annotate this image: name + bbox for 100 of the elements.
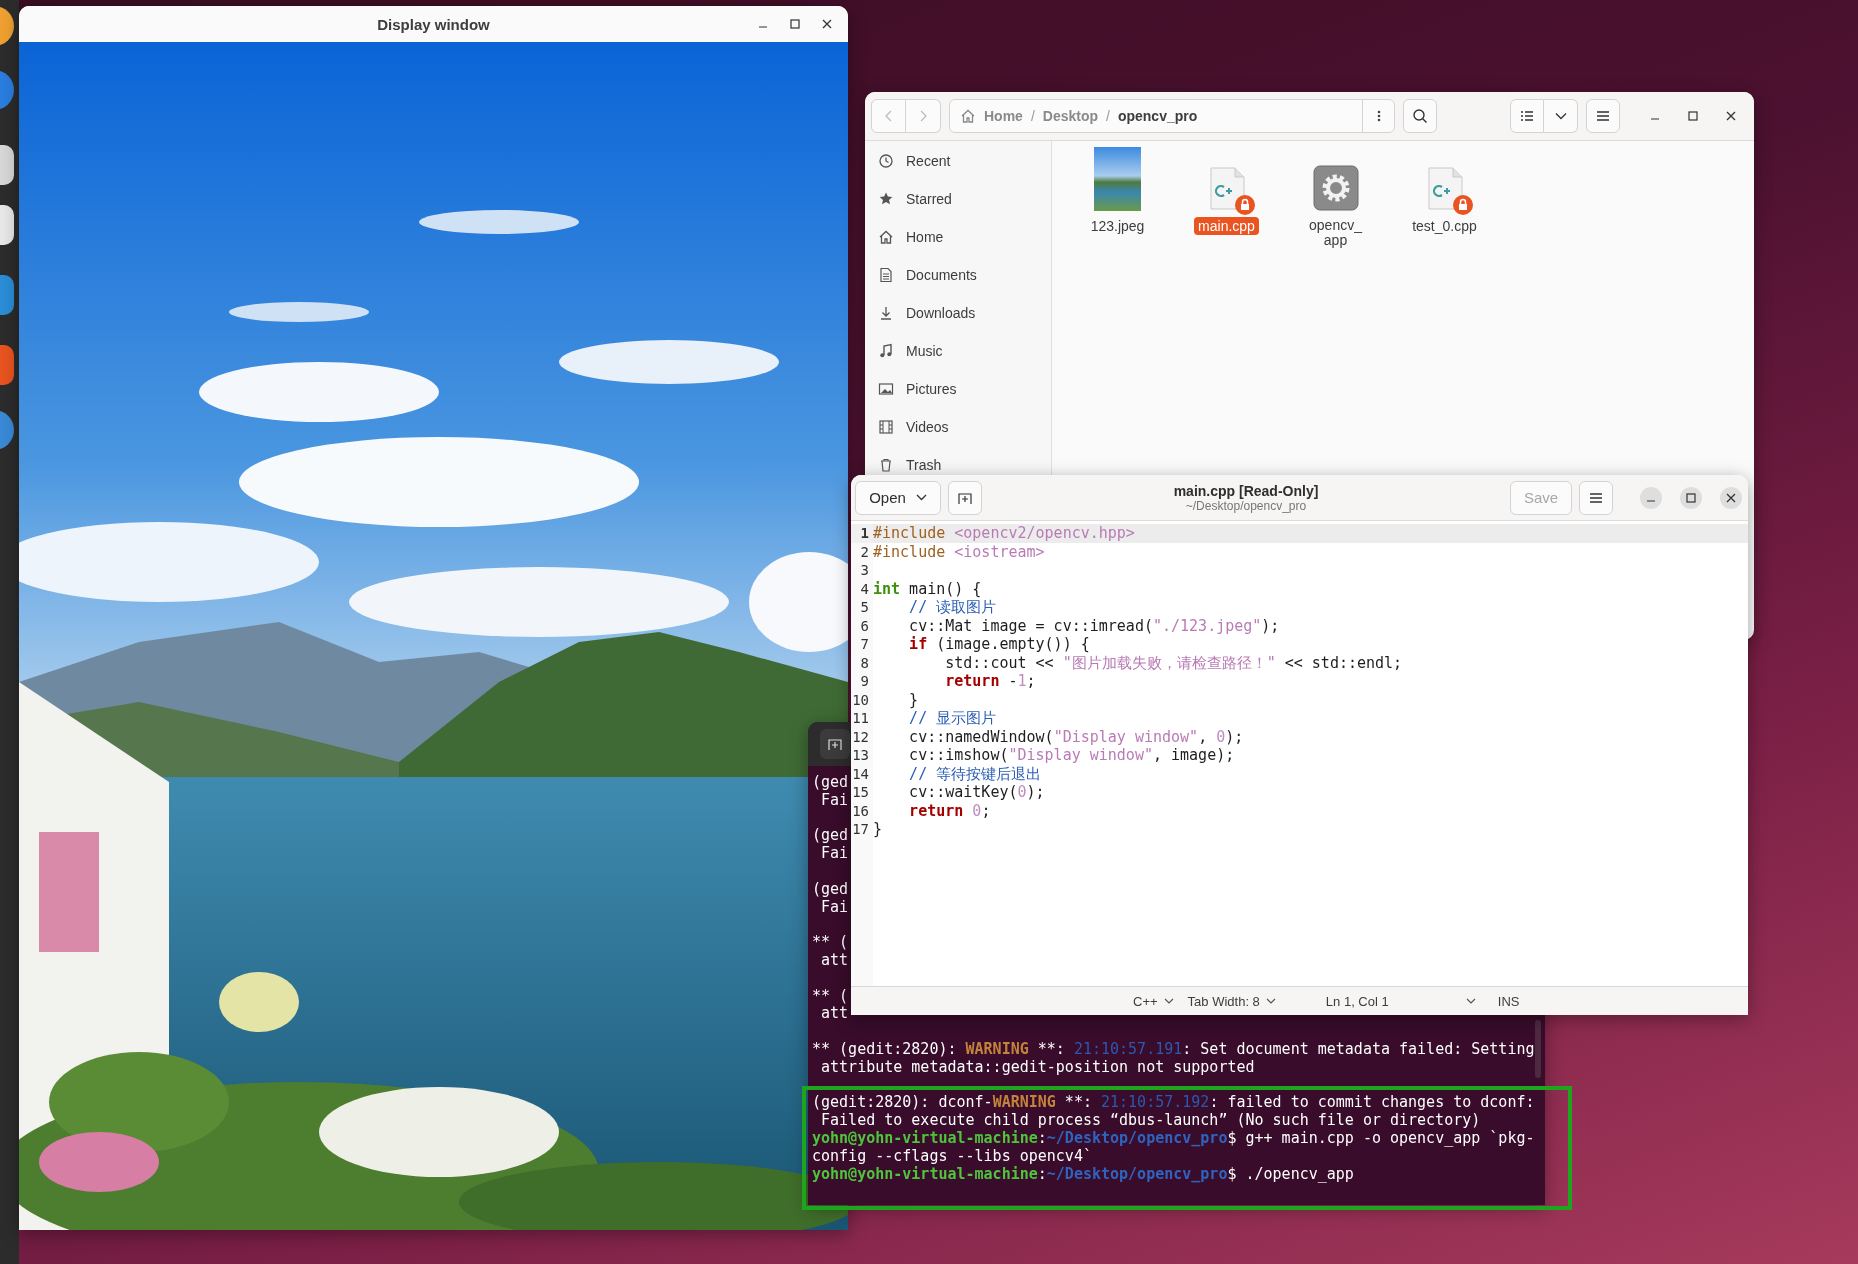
line-number: 9	[851, 672, 873, 691]
picture-icon	[878, 381, 894, 397]
music-note-icon	[878, 343, 894, 359]
menu-icon	[1589, 491, 1603, 504]
code-line: // 等待按键后退出	[908, 764, 1042, 783]
trash-icon	[878, 457, 894, 473]
code-line: #include <opencv2/opencv.hpp>	[873, 524, 1135, 543]
line-number: 17	[851, 820, 873, 839]
menu-icon	[1596, 110, 1610, 122]
close-icon	[1726, 492, 1736, 503]
sidebar-item[interactable]: Home	[865, 226, 1051, 248]
code-line: return -1;	[944, 672, 1036, 691]
line-number: 11	[851, 709, 873, 728]
terminal-line: Fai	[820, 845, 849, 863]
home-icon	[960, 108, 976, 124]
terminal-line: att	[820, 951, 849, 970]
chevron-left-icon	[884, 110, 893, 122]
tab-width-selector[interactable]: Tab Width: 8	[1187, 993, 1276, 1009]
search-button[interactable]	[1403, 99, 1437, 133]
sidebar-item[interactable]: Videos	[865, 416, 1051, 438]
code-line: cv::namedWindow("Display window", 0);	[908, 727, 1244, 746]
sidebar-item[interactable]: Starred	[865, 188, 1051, 210]
path-separator: /	[1106, 108, 1110, 124]
new-tab-icon	[958, 490, 972, 505]
line-number: 13	[851, 746, 873, 765]
file-name[interactable]: main.cpp	[1194, 217, 1259, 235]
new-tab-button[interactable]	[820, 729, 850, 759]
scrollbar[interactable]	[1535, 1020, 1541, 1078]
terminal-line: attribute metadata::gedit-position not supported	[820, 1058, 1255, 1077]
code-line: cv::imshow("Display window", image);	[908, 746, 1235, 765]
gear-icon[interactable]	[1312, 165, 1359, 211]
insert-mode-indicator: INS	[1497, 993, 1520, 1009]
caret-icon	[1163, 998, 1174, 1004]
terminal-line: (ged	[812, 880, 849, 899]
maximize-icon	[790, 19, 800, 29]
window-title: main.cpp [Read-Only]	[1173, 482, 1319, 499]
code-line: // 显示图片	[908, 709, 997, 728]
close-icon	[822, 19, 832, 29]
terminal-line: ** (	[812, 934, 849, 952]
vertical-dots-icon	[1376, 110, 1381, 122]
caret-icon	[915, 494, 927, 501]
download-icon	[878, 305, 894, 321]
chevron-right-icon	[919, 110, 927, 122]
line-number: 15	[851, 783, 873, 802]
sidebar-item[interactable]: Recent	[865, 150, 1051, 172]
new-tab-button[interactable]	[948, 480, 982, 515]
search-icon	[1412, 108, 1428, 124]
code-line: cv::waitKey(0);	[908, 783, 1045, 802]
caret-icon	[1465, 998, 1476, 1004]
open-button[interactable]: Open	[855, 480, 941, 515]
terminal-line: Failed to execute child process “dbus-launch” (No such file or directory)	[820, 1112, 1481, 1130]
path-separator: /	[1030, 108, 1035, 124]
sidebar-item[interactable]: Music	[865, 340, 1051, 362]
code-line: return 0;	[908, 801, 991, 820]
terminal-line: config --cflags --libs opencv4`	[812, 1147, 1092, 1166]
code-line: }	[873, 820, 883, 839]
language-selector[interactable]: C++	[1133, 993, 1174, 1009]
star-icon	[878, 191, 894, 207]
file-name[interactable]: opencv_app	[1301, 217, 1370, 250]
view-list-button[interactable]	[1510, 99, 1544, 133]
sidebar-item[interactable]: Downloads	[865, 302, 1051, 324]
code-line: // 读取图片	[908, 598, 997, 617]
minimize-button[interactable]	[1640, 486, 1662, 509]
cursor-position-selector[interactable]: Ln 1, Col 1	[1325, 993, 1476, 1009]
sidebar-item[interactable]: Pictures	[865, 378, 1051, 400]
code-line: #include <iostream>	[873, 542, 1045, 561]
file-name[interactable]: 123.jpeg	[1086, 217, 1149, 235]
line-number: 3	[851, 561, 873, 580]
terminal-line: yohn@yohn-virtual-machine:~/Desktop/opencv_pro$ g++ main.cpp -o opencv_app `pkg-	[812, 1129, 1535, 1148]
terminal-line: Fai	[820, 898, 849, 917]
code-line: std::cout << "图片加载失败，请检查路径！" << std::endl;	[944, 653, 1403, 672]
terminal-line: Fai	[820, 791, 849, 810]
minimize-icon	[1646, 499, 1656, 502]
code-line: cv::Mat image = cv::imread("./123.jpeg");	[908, 616, 1280, 635]
breadcrumb[interactable]: opencv_pro	[1117, 108, 1198, 124]
maximize-button[interactable]	[1680, 486, 1702, 509]
image-thumbnail[interactable]	[1094, 147, 1141, 211]
maximize-icon	[1688, 111, 1698, 121]
document-icon	[878, 267, 894, 283]
terminal-line: ** (gedit:2820): WARNING **: 21:10:57.191: Set document metadata failed: Setting	[812, 1040, 1535, 1059]
close-icon	[1726, 111, 1736, 121]
terminal-line: (gedit:2820): dconf-WARNING **: 21:10:57.192: failed to commit changes to dconf:	[812, 1094, 1535, 1113]
menu-button[interactable]	[1586, 99, 1620, 133]
sidebar-item[interactable]: Documents	[865, 264, 1051, 286]
menu-button[interactable]	[1579, 480, 1613, 515]
terminal-line: yohn@yohn-virtual-machine:~/Desktop/opencv_pro$ ./opencv_app	[812, 1165, 1354, 1184]
code-line: }	[908, 690, 919, 709]
terminal-line: att	[820, 1005, 849, 1024]
caret-icon	[1554, 112, 1567, 120]
file-name[interactable]: test_0.cpp	[1408, 217, 1481, 235]
minimize-icon	[1650, 118, 1660, 120]
line-number: 1	[851, 524, 873, 543]
line-number: 5	[851, 598, 873, 617]
terminal-line: ** (	[812, 987, 849, 1006]
window-title: Display window	[377, 15, 490, 33]
close-button[interactable]	[1720, 486, 1742, 509]
window-subtitle: ~/Desktop/opencv_pro	[1185, 498, 1307, 513]
sidebar-item[interactable]: Trash	[865, 454, 1051, 476]
code-line: int main() {	[873, 579, 982, 598]
list-icon	[1520, 110, 1534, 122]
